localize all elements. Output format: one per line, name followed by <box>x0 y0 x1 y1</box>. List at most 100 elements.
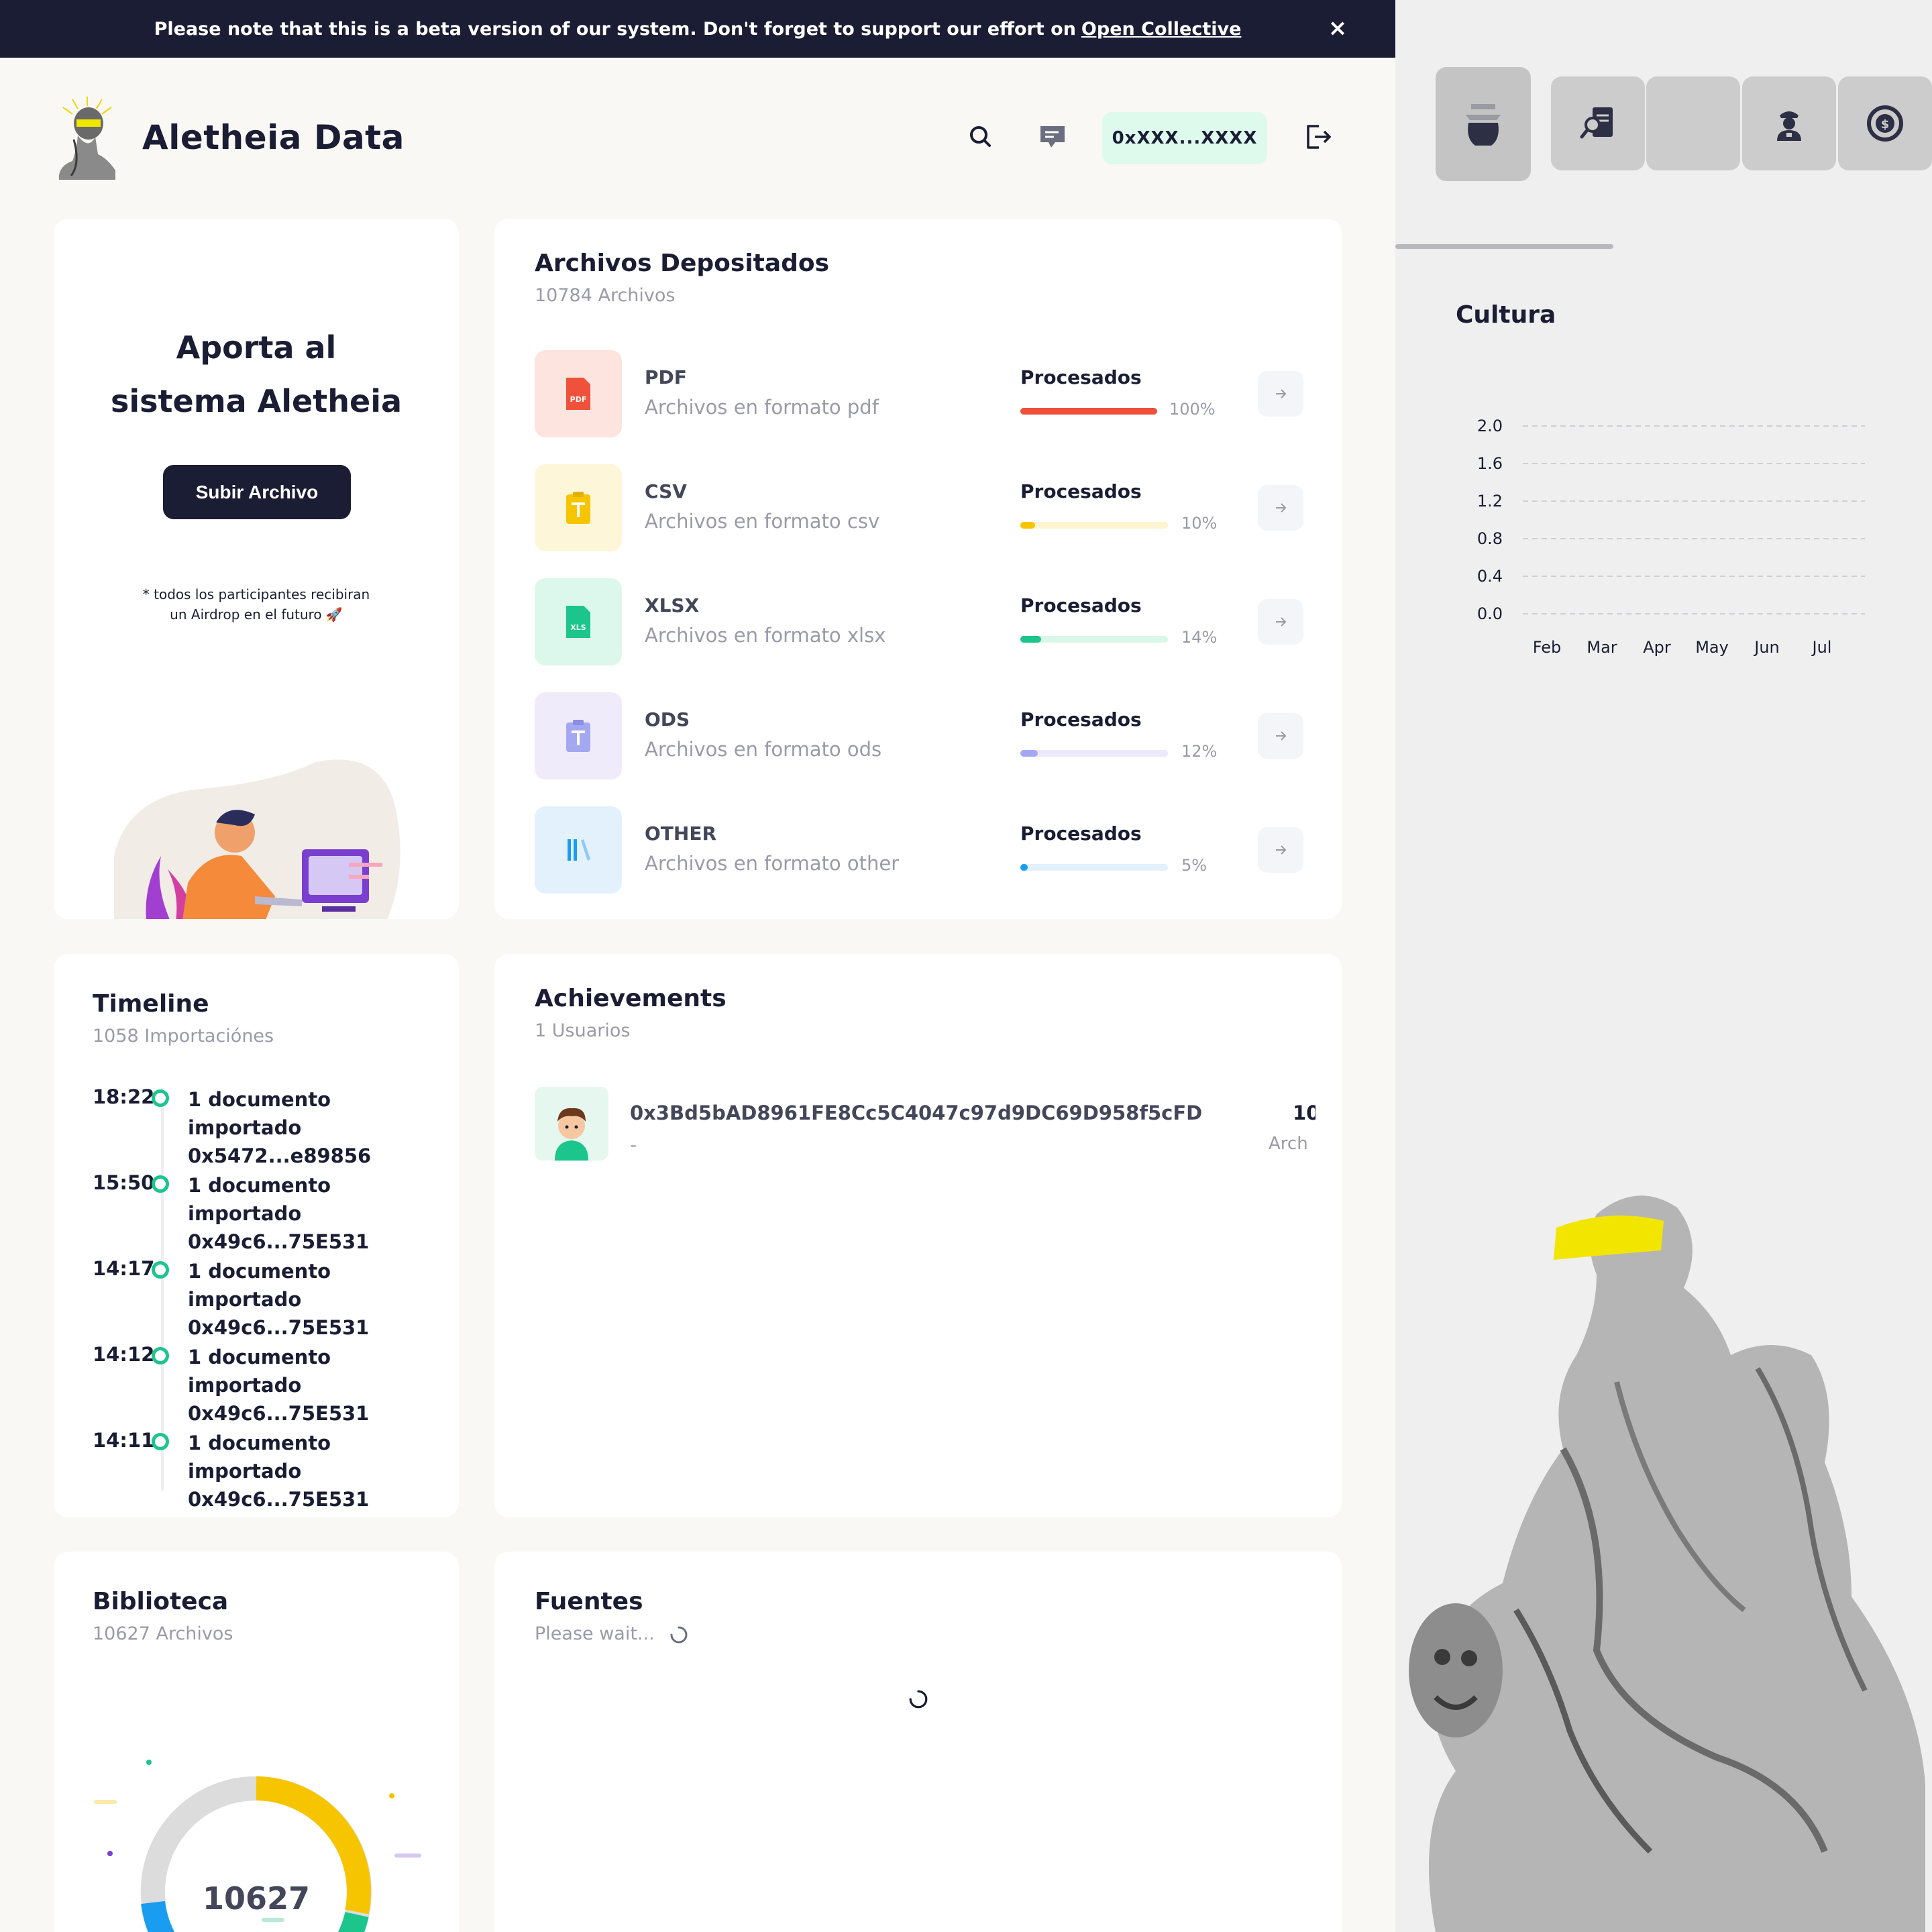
row-arrow-button[interactable] <box>1258 599 1303 645</box>
y-tick-label: 0.4 <box>1477 567 1503 586</box>
csv-file-icon <box>535 464 622 551</box>
processed-progress-bar <box>1020 408 1157 415</box>
processed-progress-bar <box>1020 522 1168 529</box>
achievement-count: 10 <box>1293 1102 1316 1124</box>
airdrop-note: * todos los participantes recibiran un A… <box>54 584 459 625</box>
arrow-right-icon <box>1276 617 1287 627</box>
achievements-card: Achievements 1 Usuarios 0x3Bd5bAD8961FE8… <box>494 954 1342 1517</box>
achievement-user-sub: - <box>630 1134 637 1156</box>
timeline-dot <box>152 1347 169 1364</box>
file-type-description: Archivos en formato other <box>645 852 900 875</box>
police-officer-icon <box>1777 111 1801 141</box>
upload-file-button[interactable]: Subir Archivo <box>163 465 351 519</box>
airdrop-note-line1: * todos los participantes recibiran <box>142 586 370 602</box>
timeline-event: 1 documento importado <box>188 1088 331 1139</box>
timeline-text: 1 documento importado 0x49c6...75E531 <box>188 1429 441 1513</box>
svg-text:$: $ <box>1881 117 1890 131</box>
row-arrow-button[interactable] <box>1258 713 1303 759</box>
amphora-icon <box>1466 104 1501 146</box>
archivos-title: Archivos Depositados <box>535 250 830 277</box>
processed-percent: 5% <box>1181 856 1208 875</box>
donut-segment-green <box>337 1911 369 1932</box>
fuentes-loading-text: Please wait... <box>535 1623 655 1644</box>
pdf-file-icon: PDF <box>535 350 622 437</box>
money-chart-icon: $ <box>1867 105 1903 142</box>
row-arrow-button[interactable] <box>1258 827 1303 873</box>
main-area: Please note that this is a beta version … <box>0 0 1395 1932</box>
row-arrow-button[interactable] <box>1258 485 1303 531</box>
open-collective-link[interactable]: Open Collective <box>1081 19 1241 40</box>
processed-label: Procesados <box>1020 822 1142 845</box>
file-type-description: Archivos en formato csv <box>645 510 880 533</box>
category-tile-economy[interactable]: $ <box>1838 76 1932 170</box>
file-type-row-pdf: PDF PDF Archivos en formato pdf Procesados 1… <box>535 350 1306 437</box>
beta-banner: Please note that this is a beta version … <box>0 0 1395 58</box>
processed-progress-fill <box>1020 864 1028 871</box>
processed-label: Procesados <box>1020 480 1142 502</box>
logout-icon[interactable] <box>1301 121 1334 153</box>
chat-icon[interactable] <box>1036 121 1069 153</box>
processed-label: Procesados <box>1020 594 1142 616</box>
user-avatar[interactable] <box>535 1087 608 1161</box>
cultura-line-chart: 2.0 1.6 1.2 0.8 0.4 0.0 Feb Mar Apr May Jun Jul <box>1477 417 1865 657</box>
arrow-right-icon <box>1276 389 1287 398</box>
aporta-title-line1: Aporta al <box>176 329 337 366</box>
biblioteca-subtitle: 10627 Archivos <box>93 1623 233 1644</box>
library-icon <box>535 806 622 894</box>
wallet-address-button[interactable]: 0xXXX...XXXX <box>1102 112 1267 164</box>
processed-label: Procesados <box>1020 708 1142 731</box>
achievements-subtitle: 1 Usuarios <box>535 1020 631 1041</box>
archivos-card: Archivos Depositados 10784 Archivos PDF P… <box>494 219 1342 919</box>
achievement-count-clip: 10 Arch <box>1232 1088 1316 1169</box>
timeline-title: Timeline <box>93 990 209 1018</box>
y-tick-label: 1.6 <box>1477 454 1503 473</box>
timeline-text: 1 documento importado 0x5472...e89856 <box>188 1085 441 1170</box>
timeline-event: 1 documento importado <box>188 1174 331 1225</box>
search-icon[interactable] <box>965 121 997 153</box>
timeline-line <box>161 1088 164 1491</box>
category-tile-cultura[interactable] <box>1436 67 1531 181</box>
timeline-time: 18:22 <box>93 1085 155 1108</box>
search-document-icon <box>1580 107 1613 139</box>
file-type-description: Archivos en formato ods <box>645 738 882 761</box>
file-type-name: CSV <box>645 480 687 502</box>
timeline-address: 0x49c6...75E531 <box>188 1488 370 1511</box>
timeline-event: 1 documento importado <box>188 1346 331 1397</box>
loading-spinner-icon <box>670 1626 688 1643</box>
file-type-name: OTHER <box>645 822 717 845</box>
file-type-row-xlsx: XLS XLSX Archivos en formato xlsx Procesado… <box>535 578 1306 665</box>
category-tile-police[interactable] <box>1742 76 1836 170</box>
timeline-event: 1 documento importado <box>188 1260 331 1311</box>
timeline-text: 1 documento importado 0x49c6...75E531 <box>188 1343 441 1428</box>
airdrop-note-line2: un Airdrop en el futuro 🚀 <box>170 606 343 623</box>
brand-name: Aletheia Data <box>142 118 405 157</box>
fuentes-subtitle: Please wait... <box>535 1623 688 1644</box>
banner-text: Please note that this is a beta version … <box>154 18 1076 40</box>
timeline-card: Timeline 1058 Importaciónes 18:22 1 docum… <box>54 954 459 1517</box>
biblioteca-title: Biblioteca <box>93 1588 229 1615</box>
timeline-text: 1 documento importado 0x49c6...75E531 <box>188 1171 441 1256</box>
chart-title: Cultura <box>1456 301 1556 329</box>
timeline-dot <box>152 1433 169 1450</box>
y-tick-label: 0.0 <box>1477 604 1503 623</box>
processed-progress-fill <box>1020 408 1157 415</box>
x-tick-label: Jul <box>1811 638 1832 657</box>
close-icon[interactable]: × <box>1324 15 1351 42</box>
row-arrow-button[interactable] <box>1258 371 1303 417</box>
file-type-name: XLSX <box>645 594 700 616</box>
archivos-subtitle: 10784 Archivos <box>535 285 676 306</box>
y-tick-label: 2.0 <box>1477 417 1503 435</box>
category-tile-blank[interactable] <box>1646 76 1740 170</box>
processed-progress-fill <box>1020 522 1035 529</box>
arrow-right-icon <box>1276 731 1287 741</box>
file-type-row-other: OTHER Archivos en formato other Procesados… <box>535 806 1306 894</box>
svg-text:PDF: PDF <box>570 395 587 404</box>
achievement-user-address: 0x3Bd5bAD8961FE8Cc5C4047c97d9DC69D958f5c… <box>630 1102 1203 1124</box>
arrow-right-icon <box>1276 503 1287 513</box>
cultura-chart-card: Cultura 2.0 1.6 1.2 0.8 0.4 0.0 Feb Mar Apr May Ju… <box>1415 285 1912 735</box>
processed-progress-fill <box>1020 750 1038 757</box>
processed-percent: 10% <box>1181 514 1218 533</box>
category-tile-documents[interactable] <box>1551 76 1645 170</box>
fuentes-title: Fuentes <box>535 1588 643 1615</box>
fuentes-card: Fuentes Please wait... <box>494 1552 1342 1932</box>
